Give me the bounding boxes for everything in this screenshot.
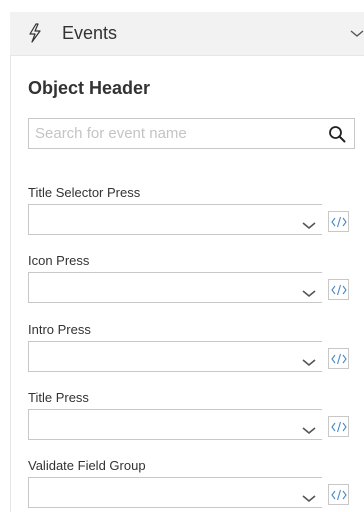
event-select-title-selector-press[interactable] [28, 204, 322, 235]
code-icon [331, 216, 347, 228]
event-select-validate-field-group[interactable] [28, 477, 322, 508]
code-editor-button-validate-field-group[interactable] [328, 484, 349, 505]
code-editor-button-intro-press[interactable] [328, 348, 349, 369]
events-panel-header[interactable]: Events [10, 12, 364, 56]
search-icon[interactable] [328, 125, 346, 143]
chevron-down-icon[interactable] [302, 217, 316, 230]
events-panel: Events Object Header Title Selector Pres… [0, 0, 364, 512]
code-icon [331, 489, 347, 501]
chevron-down-icon[interactable] [302, 422, 316, 435]
event-select-icon-press[interactable] [28, 272, 322, 303]
event-label-title-press: Title Press [28, 390, 89, 405]
search-input[interactable] [29, 119, 319, 148]
section-title: Object Header [28, 78, 151, 98]
search-field[interactable] [28, 118, 355, 149]
chevron-down-icon[interactable] [350, 26, 364, 37]
events-panel-body: Object Header Title Selector Press [10, 56, 364, 512]
chevron-down-icon[interactable] [302, 490, 316, 503]
code-icon [331, 353, 347, 365]
code-editor-button-title-press[interactable] [328, 416, 349, 437]
lightning-bolt-icon [27, 23, 43, 43]
event-label-title-selector-press: Title Selector Press [28, 185, 141, 200]
event-label-validate-field-group: Validate Field Group [28, 458, 146, 473]
event-label-icon-press: Icon Press [28, 253, 90, 268]
code-icon [331, 421, 347, 433]
event-select-title-press[interactable] [28, 409, 322, 440]
chevron-down-icon[interactable] [302, 285, 316, 298]
code-editor-button-icon-press[interactable] [328, 279, 349, 300]
event-select-intro-press[interactable] [28, 341, 322, 372]
event-label-intro-press: Intro Press [28, 322, 91, 337]
code-icon [331, 284, 347, 296]
events-panel-title: Events [62, 23, 118, 43]
code-editor-button-title-selector-press[interactable] [328, 211, 349, 232]
chevron-down-icon[interactable] [302, 354, 316, 367]
